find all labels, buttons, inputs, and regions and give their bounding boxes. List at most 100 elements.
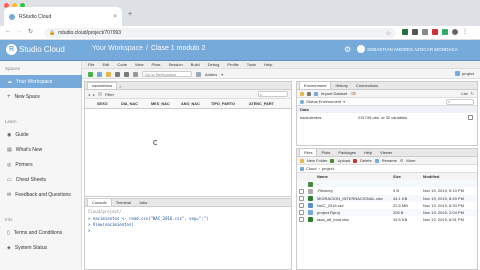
back-arrow-icon[interactable]: ◂ [88,92,90,97]
file-row[interactable]: NAC_2016.csv 22.5 MB Nov 19, 2019, 6:33 … [297,202,477,209]
tab-history[interactable]: History [331,82,351,89]
column-header[interactable]: TIPO_PARTO [211,102,249,106]
file-row[interactable]: MIGRACION_INTERNACIONAL.xlsx 44.1 KB Nov… [297,194,477,202]
file-name[interactable]: tasa_alf_mod.xlsx [315,216,391,223]
project-badge[interactable]: project [462,71,474,76]
column-header[interactable]: ATENC_PART [249,102,287,106]
env-variable-row[interactable]: nacimientos 231749 obs. of 32 variables [297,113,477,121]
sidebar-item-system-status[interactable]: ◈ System Status [0,242,82,253]
column-header[interactable]: DIA_NAC [121,102,151,106]
addins-menu[interactable]: Addins [205,72,217,77]
extension-icon[interactable] [422,29,428,35]
sidebar-item-primers[interactable]: ◎ Primers [0,159,82,170]
save-workspace-icon[interactable] [307,91,311,96]
tab-terminal[interactable]: Terminal [112,199,135,206]
file-name[interactable]: .. [315,180,391,188]
open-file-icon[interactable] [106,71,111,77]
close-tab-icon[interactable]: × [119,84,121,89]
new-file-icon[interactable] [88,71,93,77]
rename-button[interactable]: Rename [382,158,397,163]
checkbox[interactable] [299,188,304,194]
menu-profile[interactable]: Profile [227,62,238,67]
list-view-toggle[interactable]: List [461,91,467,96]
sidebar-item-feedback[interactable]: ✉ Feedback and Questions [0,189,82,200]
url-bar[interactable]: 🔒 rstudio.cloud/project/707993 ☆ [44,28,396,38]
tab-nacimientos[interactable]: nacimientos [87,82,118,89]
column-header[interactable]: MES_NAC [151,102,181,106]
layout-icon[interactable] [196,71,201,77]
extension-icon[interactable] [412,29,418,35]
tab-connections[interactable]: Connections [352,82,382,89]
file-row[interactable]: tasa_alf_mod.xlsx 19.5 KB Nov 19, 2019, … [297,216,477,223]
settings-gear-icon[interactable]: ⚙ [344,45,351,54]
file-row[interactable]: project.Rproj 205 B Nov 19, 2019, 2:04 P… [297,208,477,217]
delete-button[interactable]: Delete [360,158,372,163]
broom-icon[interactable]: ⌫ [350,91,356,96]
breadcrumb-workspace[interactable]: Your Workspace [92,45,143,52]
file-name[interactable]: NAC_2016.csv [315,202,391,209]
forward-icon[interactable]: → [16,28,22,34]
menu-file[interactable]: File [88,62,94,67]
menu-tools[interactable]: Tools [247,62,256,67]
extension-icon[interactable] [442,29,448,35]
reload-icon[interactable]: ↻ [28,28,33,35]
menu-debug[interactable]: Debug [208,62,220,67]
refresh-icon[interactable]: ↻ [471,91,474,96]
env-search-input[interactable]: ⌕ [446,98,474,105]
breadcrumb-cloud[interactable]: Cloud [306,166,316,171]
menu-build[interactable]: Build [191,62,200,67]
checkbox[interactable] [299,210,304,216]
sidebar-item-new-space[interactable]: + New Space [0,91,82,103]
new-tab-icon[interactable]: + [128,11,132,18]
file-name[interactable]: project.Rproj [315,208,391,217]
column-header-name[interactable]: Name [315,173,391,180]
sidebar-item-your-workspace[interactable]: ☁ Your Workspace [0,75,82,88]
back-icon[interactable]: ← [5,28,11,34]
browser-tab[interactable]: RStudio Cloud × [4,7,122,26]
file-name[interactable]: MIGRACION_INTERNACIONAL.xlsx [315,194,391,202]
star-icon[interactable]: ☆ [386,30,391,37]
sidebar-item-terms[interactable]: ▯ Terms and Conditions [0,227,82,238]
tab-viewer[interactable]: Viewer [376,149,396,156]
filter-button[interactable]: Filter [105,92,114,97]
menu-plots[interactable]: Plots [152,62,161,67]
more-menu[interactable]: More [406,158,415,163]
checkbox[interactable] [299,217,304,223]
menu-session[interactable]: Session [168,62,182,67]
column-header[interactable]: ANO_NAC [181,102,211,106]
menu-view[interactable]: View [135,62,144,67]
print-icon[interactable] [133,71,138,77]
tab-plots[interactable]: Plots [317,149,334,156]
project-name[interactable]: Clase 1 modulo 2 [151,45,205,52]
column-header-size[interactable]: Size [391,173,421,180]
save-icon[interactable] [115,71,120,77]
import-dataset-button[interactable]: Import Dataset [321,91,347,96]
load-workspace-icon[interactable] [300,91,304,96]
menu-code[interactable]: Code [117,62,127,67]
extension-icon[interactable] [432,29,438,35]
menu-edit[interactable]: Edit [102,62,109,67]
extension-icon[interactable] [452,29,458,35]
close-tab-icon[interactable]: × [113,14,117,20]
save-all-icon[interactable] [124,71,129,77]
go-to-file-input[interactable]: Go to file/function [142,71,192,77]
new-folder-button[interactable]: New Folder [307,158,327,163]
filter-icon[interactable] [98,92,103,96]
file-row[interactable]: .. [297,180,477,188]
column-header[interactable]: SEXO [97,102,121,106]
tab-help[interactable]: Help [360,149,376,156]
viewer-search-input[interactable]: ⌕ [258,91,288,97]
file-row[interactable]: .Rhistory 0 B Nov 19, 2019, 9:10 PM [297,187,477,194]
chrome-menu-icon[interactable]: ⋮ [462,29,468,35]
tab-jobs[interactable]: Jobs [135,199,151,206]
menu-help[interactable]: Help [264,62,272,67]
file-name[interactable]: .Rhistory [315,187,391,194]
tab-packages[interactable]: Packages [334,149,360,156]
breadcrumb-project[interactable]: project [322,166,334,171]
tab-environment[interactable]: Environment [299,81,332,89]
environment-scope-select[interactable]: Global Environment [306,99,341,104]
sidebar-item-whats-new[interactable]: ▤ What's New [0,144,82,155]
console-prompt[interactable]: > [88,228,288,234]
variable-name[interactable]: nacimientos [300,115,358,120]
open-project-icon[interactable] [97,71,102,77]
